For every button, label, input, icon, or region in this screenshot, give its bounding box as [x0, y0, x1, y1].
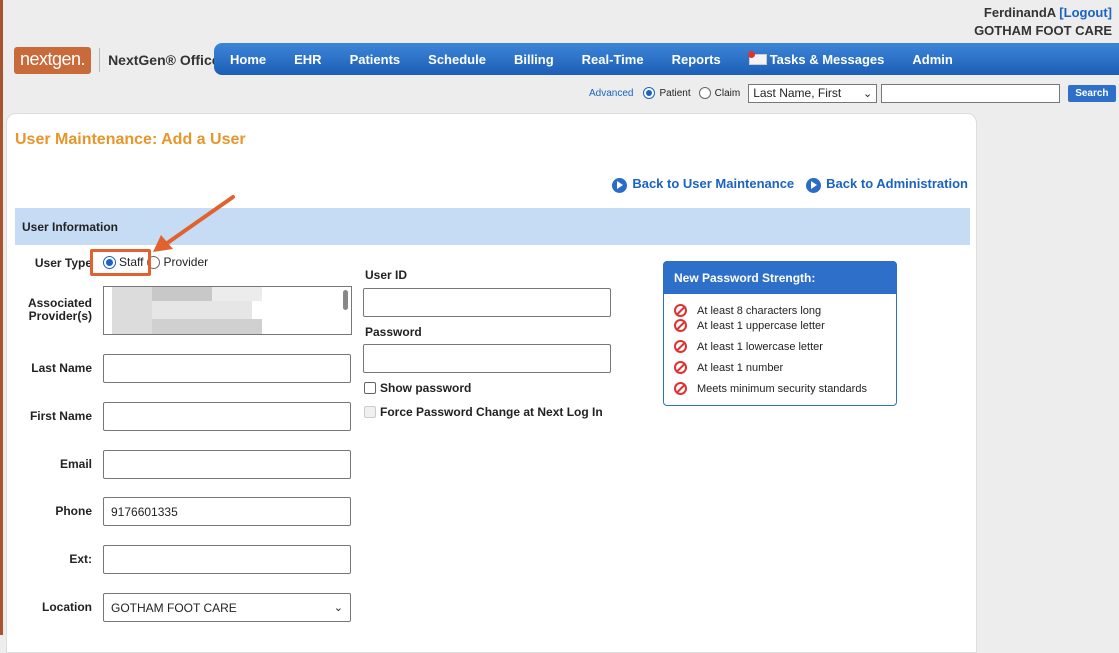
claim-radio[interactable]	[698, 87, 711, 99]
logo-divider	[99, 48, 101, 72]
email-label: Email	[59, 457, 92, 471]
nav-admin[interactable]: Admin	[898, 52, 966, 67]
location-label: Location	[42, 600, 92, 614]
redacted-content	[152, 319, 262, 334]
associated-providers-list[interactable]	[103, 286, 352, 335]
no-entry-icon	[674, 340, 687, 353]
back-to-administration-link[interactable]: Back to Administration	[806, 176, 968, 193]
annotation-highlight	[90, 249, 151, 276]
no-entry-icon	[674, 382, 687, 395]
advanced-search-link[interactable]: Advanced	[589, 88, 633, 99]
ext-field[interactable]	[103, 545, 351, 574]
mail-icon	[747, 50, 767, 65]
search-field-select[interactable]: Last Name, First ⌄	[748, 83, 878, 103]
redacted-content	[152, 287, 212, 301]
ext-label: Ext:	[69, 552, 92, 566]
redacted-content	[212, 287, 262, 301]
nav-home[interactable]: Home	[214, 52, 280, 67]
nav-reports[interactable]: Reports	[658, 52, 735, 67]
no-entry-icon	[674, 319, 687, 332]
patient-radio[interactable]	[643, 87, 656, 99]
user-id-field[interactable]	[363, 288, 611, 317]
list-scrollbar[interactable]	[343, 290, 348, 310]
window-edge	[0, 0, 3, 635]
nav-tasks-messages[interactable]: Tasks & Messages	[735, 50, 899, 67]
show-password-label: Show password	[380, 381, 472, 395]
arrow-right-icon	[612, 178, 628, 193]
main-panel: User Maintenance: Add a User Back to Use…	[6, 113, 977, 653]
user-area: FerdinandA [Logout] GOTHAM FOOT CARE	[974, 4, 1112, 40]
no-entry-icon	[674, 361, 687, 374]
search-button[interactable]: Search	[1068, 84, 1116, 102]
search-input[interactable]	[881, 83, 1061, 103]
password-field[interactable]	[363, 344, 611, 373]
back-to-user-maintenance-link[interactable]: Back to User Maintenance	[612, 176, 794, 193]
user-type-label: User Type	[34, 256, 92, 270]
patient-search: Advanced Patient Claim Last Name, First ⌄…	[589, 83, 1116, 103]
password-strength-title: New Password Strength:	[664, 262, 896, 294]
claim-radio-label: Claim	[714, 87, 741, 99]
redacted-content	[112, 287, 152, 334]
main-nav: Home EHR Patients Schedule Billing Real-…	[214, 43, 1119, 75]
last-name-field[interactable]	[103, 354, 351, 383]
practice-name: GOTHAM FOOT CARE	[974, 23, 1112, 38]
force-change-label: Force Password Change at Next Log In	[380, 405, 603, 419]
show-password-row: Show password	[364, 381, 471, 395]
associated-providers-label: Associated Provider(s)	[27, 296, 92, 323]
nav-patients[interactable]: Patients	[336, 52, 415, 67]
email-field[interactable]	[103, 450, 351, 479]
nextgen-logo: nextgen.	[14, 46, 92, 74]
requirement-item: Meets minimum security standards	[674, 382, 867, 395]
password-label: Password	[365, 325, 422, 339]
username: FerdinandA	[983, 5, 1056, 20]
nav-billing[interactable]: Billing	[500, 52, 568, 67]
chevron-down-icon: ⌄	[862, 87, 873, 100]
first-name-field[interactable]	[103, 402, 351, 431]
last-name-label: Last Name	[31, 361, 92, 375]
back-links: Back to User Maintenance Back to Adminis…	[600, 176, 968, 193]
arrow-right-icon	[806, 178, 822, 193]
phone-label: Phone	[55, 504, 92, 518]
force-change-checkbox	[364, 406, 376, 418]
show-password-checkbox[interactable]	[364, 382, 376, 394]
password-strength-box: New Password Strength: At least 8 charac…	[663, 261, 897, 406]
phone-field[interactable]: 9176601335	[103, 497, 351, 526]
nav-real-time[interactable]: Real-Time	[568, 52, 658, 67]
user-id-label: User ID	[365, 268, 408, 282]
patient-radio-label: Patient	[659, 87, 691, 99]
requirement-item: At least 1 number	[674, 361, 783, 374]
force-change-row: Force Password Change at Next Log In	[364, 405, 603, 419]
logout-link[interactable]: [Logout]	[1059, 5, 1112, 20]
requirement-item: At least 1 lowercase letter	[674, 340, 823, 353]
redacted-content	[152, 301, 252, 319]
location-select[interactable]: GOTHAM FOOT CARE ⌄	[103, 593, 351, 622]
product-name: NextGen® Office	[108, 52, 220, 68]
annotation-arrow-icon	[153, 195, 235, 252]
page-title: User Maintenance: Add a User	[15, 131, 246, 148]
logo[interactable]: nextgen. NextGen® Office	[14, 44, 220, 76]
chevron-down-icon: ⌄	[333, 602, 343, 614]
no-entry-icon	[674, 304, 687, 317]
nav-ehr[interactable]: EHR	[280, 52, 335, 67]
first-name-label: First Name	[29, 409, 92, 423]
provider-label: Provider	[163, 255, 209, 269]
requirement-item: At least 1 uppercase letter	[674, 319, 825, 332]
requirement-item: At least 8 characters long	[674, 304, 821, 317]
nav-schedule[interactable]: Schedule	[414, 52, 500, 67]
